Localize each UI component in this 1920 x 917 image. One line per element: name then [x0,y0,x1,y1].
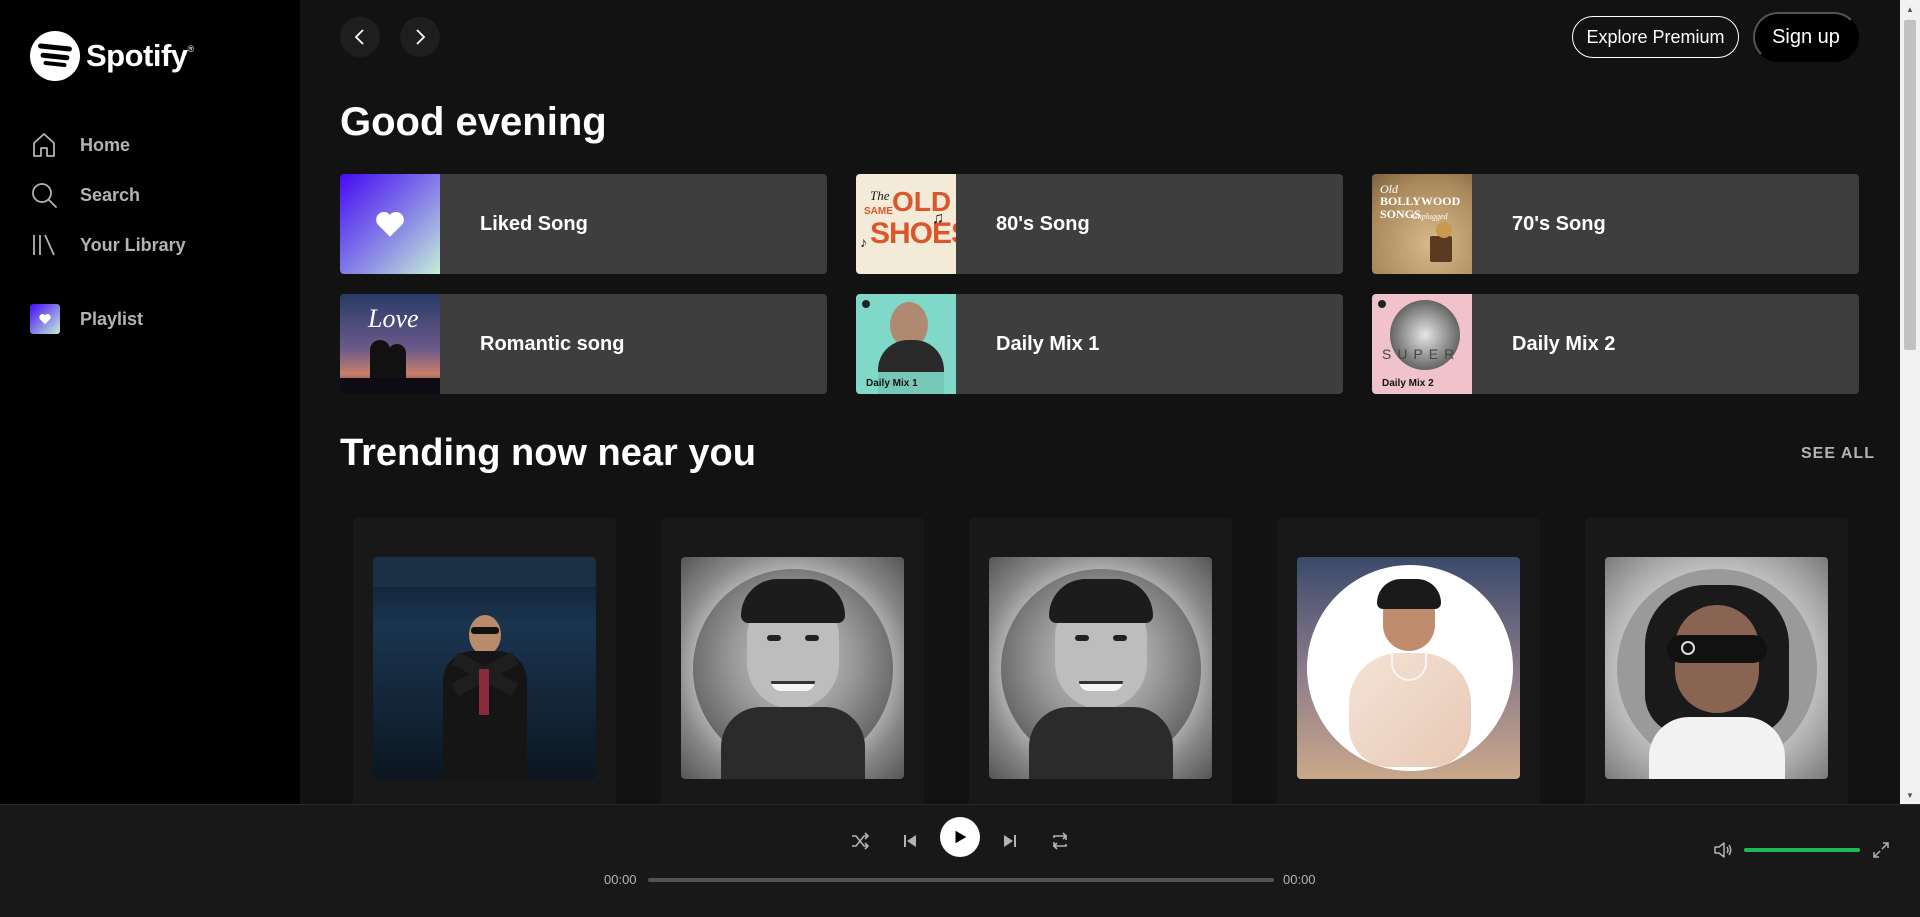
spotify-app: Spotify® Home Search Your Library Playli… [0,0,1920,917]
page-scrollbar[interactable]: ▲ ▼ [1900,0,1920,804]
tile-label: Liked Song [480,212,588,235]
home-icon [33,133,55,157]
scroll-up-icon[interactable]: ▲ [1900,0,1920,18]
total-time: 00:00 [1283,872,1316,887]
80s-song-cover: The SAME OLD SHOES ♫ ♪ [856,174,956,274]
playlist-cover [30,304,60,334]
sidebar-item-label: Playlist [80,308,144,329]
artist-image [989,557,1212,779]
current-time: 00:00 [604,872,637,887]
spotify-logo-icon [30,31,80,81]
artist-image [373,557,596,779]
quick-pick-daily-mix-2[interactable]: SUPER Daily Mix 2 Daily Mix 2 [1372,294,1859,394]
trending-card[interactable] [661,518,924,804]
tile-label: 70's Song [1512,212,1606,235]
skip-forward-icon [1004,835,1016,847]
tile-label: Daily Mix 1 [996,332,1100,355]
70s-song-cover: Old BOLLYWOOD SONGS Unplugged [1372,174,1472,274]
spotify-logo-text: Spotify® [86,38,194,73]
shuffle-icon [852,832,870,850]
tile-label: 80's Song [996,212,1090,235]
volume-level [1744,848,1860,852]
quick-pick-liked-song[interactable]: Liked Song [340,174,827,274]
library-icon [33,234,55,256]
sidebar-nav: Home Search Your Library [30,120,290,270]
quick-pick-70s-song[interactable]: Old BOLLYWOOD SONGS Unplugged 70's Song [1372,174,1859,274]
trending-card[interactable] [1277,518,1540,804]
quick-pick-daily-mix-1[interactable]: Daily Mix 1 Daily Mix 1 [856,294,1343,394]
skip-back-icon [904,835,916,847]
tile-label: Daily Mix 2 [1512,332,1616,355]
artist-image [1297,557,1520,779]
see-all-link[interactable]: SEE ALL [1801,445,1875,463]
romantic-song-cover: Love [340,294,440,394]
sidebar-item-label: Home [80,134,131,155]
trending-card[interactable] [1585,518,1848,804]
scroll-thumb[interactable] [1904,20,1916,350]
heart-icon [39,314,51,325]
sidebar-item-label: Your Library [80,234,186,255]
progress-bar[interactable] [648,878,1274,882]
explore-premium-button[interactable]: Explore Premium [1572,16,1739,58]
back-button[interactable] [340,17,380,57]
heart-icon [376,211,404,237]
forward-button[interactable] [400,17,440,57]
repeat-icon [1052,832,1068,850]
scroll-down-icon[interactable]: ▼ [1900,786,1920,804]
chevron-left-icon [354,29,364,45]
sidebar-item-playlist[interactable]: Playlist [30,304,143,334]
tile-label: Romantic song [480,332,625,355]
artist-image [1605,557,1828,779]
fullscreen-icon[interactable] [1872,841,1890,859]
volume-slider[interactable] [1744,848,1860,852]
repeat-button[interactable] [1040,821,1080,861]
previous-button[interactable] [890,821,930,861]
shuffle-button[interactable] [840,821,880,861]
daily-mix-2-cover: SUPER Daily Mix 2 [1372,294,1472,394]
daily-mix-1-cover: Daily Mix 1 [856,294,956,394]
quick-pick-romantic-song[interactable]: Love Romantic song [340,294,827,394]
chevron-right-icon [416,29,426,45]
play-button[interactable] [940,817,980,857]
sidebar-item-search[interactable]: Search [30,170,290,220]
main-content: Explore Premium Sign up Good evening Lik… [300,0,1900,804]
section-title-trending: Trending now near you [340,432,756,474]
sidebar: Spotify® Home Search Your Library Playli… [0,0,300,804]
sidebar-item-home[interactable]: Home [30,120,290,170]
search-icon [32,183,57,208]
spotify-logo[interactable]: Spotify® [30,31,194,81]
trending-card[interactable] [969,518,1232,804]
sign-up-button[interactable]: Sign up [1753,12,1859,62]
sidebar-item-label: Search [80,184,141,205]
quick-pick-80s-song[interactable]: The SAME OLD SHOES ♫ ♪ 80's Song [856,174,1343,274]
liked-songs-cover [340,174,440,274]
play-icon [955,830,967,844]
player-bar: 00:00 00:00 [0,804,1920,917]
volume-icon[interactable] [1712,839,1734,861]
page-title: Good evening [340,100,607,144]
artist-image [681,557,904,779]
sidebar-item-library[interactable]: Your Library [30,220,290,270]
trending-card[interactable] [353,518,616,804]
next-button[interactable] [990,821,1030,861]
